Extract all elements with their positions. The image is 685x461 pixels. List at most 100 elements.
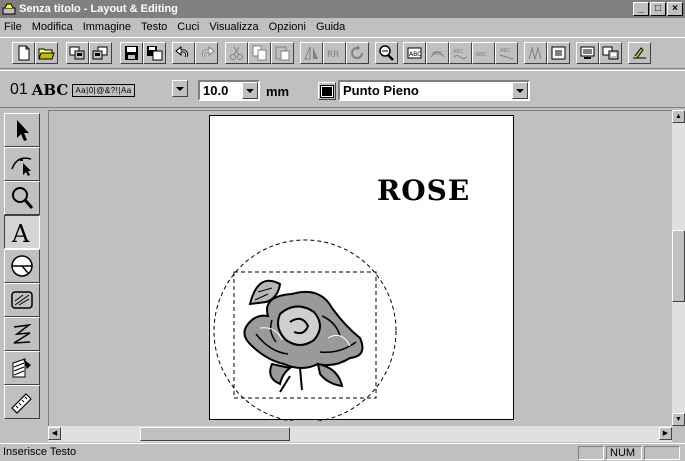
text-fit-button[interactable]: ABC [403, 42, 426, 64]
hoop-page[interactable]: ROSE [209, 115, 515, 421]
size-dropdown-button[interactable] [242, 82, 258, 99]
copy-icon [252, 45, 267, 61]
new-file-button[interactable] [12, 42, 35, 64]
svg-text:A: A [11, 220, 30, 245]
menu-file[interactable]: File [4, 21, 22, 33]
design-workspace[interactable]: ROSE [48, 110, 672, 426]
menu-visualizza[interactable]: Visualizza [209, 21, 258, 33]
menu-testo[interactable]: Testo [141, 21, 167, 33]
properties-button[interactable] [628, 42, 651, 64]
zoom-tool[interactable] [4, 181, 40, 215]
floppy-disk-icon [125, 46, 138, 60]
svg-text:RR: RR [327, 50, 340, 60]
horizontal-scroll-thumb[interactable] [140, 427, 290, 441]
menu-cuci[interactable]: Cuci [177, 21, 199, 33]
save-as-icon [147, 46, 163, 61]
embroidery-area-button[interactable] [547, 42, 570, 64]
freehand-line-tool[interactable] [4, 317, 40, 351]
text-arc-button[interactable]: ABC [426, 42, 449, 64]
text-wave-button[interactable]: ABC [449, 42, 472, 64]
size-combo[interactable]: 10.0 [198, 80, 260, 101]
redo-button[interactable] [195, 42, 218, 64]
mirror-button[interactable] [300, 42, 323, 64]
svg-text:ABC: ABC [453, 49, 464, 55]
font-dropdown-button[interactable] [172, 80, 188, 97]
status-message: Inserisce Testo [3, 446, 77, 458]
open-file-button[interactable] [35, 42, 58, 64]
embroidery-area-icon [551, 46, 566, 60]
letter-a-icon: A [11, 220, 30, 245]
copy-button[interactable] [248, 42, 271, 64]
paste-icon [275, 46, 290, 61]
new-file-icon [18, 45, 30, 61]
monitor-button[interactable] [576, 42, 599, 64]
stitch-pattern-icon [528, 46, 542, 61]
rotate-button[interactable] [346, 42, 369, 64]
font-dropdown[interactable] [172, 80, 188, 101]
menu-guida[interactable]: Guida [316, 21, 345, 33]
minimize-button[interactable]: _ [633, 2, 649, 16]
text-slant-icon: ABC [475, 51, 488, 58]
menu-modifica[interactable]: Modifica [32, 21, 73, 33]
properties-icon [633, 47, 646, 59]
ruler-icon [11, 393, 32, 414]
scroll-up-button[interactable]: ▲ [672, 110, 685, 123]
measure-tool[interactable] [4, 385, 40, 419]
vertical-scrollbar[interactable]: ▲ ▼ [672, 110, 685, 426]
thread-color-button[interactable] [318, 82, 336, 100]
rectangle-shape-tool[interactable] [4, 283, 40, 317]
export-icon [92, 46, 108, 60]
stitch-pattern-button[interactable] [524, 42, 547, 64]
maximize-button[interactable]: □ [650, 2, 666, 16]
rose-design[interactable] [210, 116, 515, 421]
text-frame-icon: ABC [407, 47, 422, 59]
scroll-right-button[interactable]: ▶ [659, 427, 672, 440]
font-variants: Aa|0|@&?!|Aa [72, 83, 135, 97]
circle-shape-tool[interactable] [4, 249, 40, 283]
stitch-type-combo[interactable]: Punto Pieno [338, 80, 530, 101]
status-bar: Inserisce Testo NUM [0, 443, 685, 461]
svg-text:ABC: ABC [432, 51, 443, 57]
undo-icon [175, 45, 189, 58]
tool-palette: A [4, 113, 47, 419]
svg-text:ABC: ABC [409, 51, 421, 58]
open-folder-icon [38, 48, 55, 60]
text-arc-icon: ABC [430, 51, 445, 58]
unit-label: mm [266, 84, 290, 99]
stitch-type-dropdown-button[interactable] [512, 82, 528, 99]
paste-button[interactable] [271, 42, 294, 64]
text-vertical-button[interactable]: ABC [495, 42, 518, 64]
transfer-button[interactable] [599, 42, 622, 64]
scroll-left-button[interactable]: ◀ [48, 427, 61, 440]
flip-button[interactable]: RR [323, 42, 346, 64]
text-toolbar: 01 ABC Aa|0|@&?!|Aa 10.0 mm Punto Pieno [0, 70, 685, 108]
size-value: 10.0 [203, 83, 229, 98]
scroll-down-button[interactable]: ▼ [672, 413, 685, 426]
menu-opzioni[interactable]: Opzioni [269, 21, 306, 33]
select-tool[interactable] [4, 113, 40, 147]
main-toolbar: RR ABC ABC ABC ABC ABC [0, 37, 685, 69]
text-slant-button[interactable]: ABC [472, 42, 495, 64]
horizontal-scrollbar[interactable]: ◀ ▶ [48, 426, 672, 442]
rotate-icon [351, 45, 363, 59]
save-as-button[interactable] [143, 42, 166, 64]
chevron-down-icon [516, 88, 524, 93]
save-button[interactable] [120, 42, 143, 64]
transfer-icon [602, 46, 619, 60]
preview-button[interactable] [375, 42, 398, 64]
export-button[interactable] [89, 42, 112, 64]
cut-button[interactable] [225, 42, 248, 64]
menu-immagine[interactable]: Immagine [83, 21, 131, 33]
point-edit-tool[interactable] [4, 147, 40, 181]
font-selector[interactable]: 01 ABC Aa|0|@&?!|Aa [10, 79, 135, 101]
scissors-icon [230, 46, 243, 60]
freehand-line-icon [13, 323, 32, 344]
undo-button[interactable] [172, 42, 195, 64]
close-button[interactable]: × [667, 2, 683, 16]
text-tool[interactable]: A [4, 215, 40, 249]
num-lock-indicator: NUM [606, 446, 642, 460]
font-sample: ABC [31, 81, 69, 99]
vertical-scroll-thumb[interactable] [672, 230, 685, 302]
import-button[interactable] [66, 42, 89, 64]
stitch-fill-tool[interactable] [4, 351, 40, 385]
